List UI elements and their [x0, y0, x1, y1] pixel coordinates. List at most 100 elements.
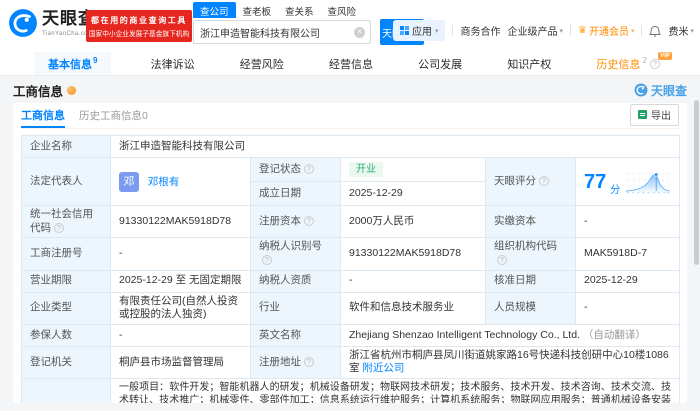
legal-rep-avatar[interactable]: 邓: [119, 171, 139, 192]
help-icon[interactable]: ?: [539, 175, 549, 186]
field-value-org-code: MAK5918D-7: [574, 237, 681, 271]
field-value-insured: -: [110, 323, 251, 347]
score-value: 77: [584, 170, 607, 193]
chevron-down-icon: ▾: [559, 27, 563, 35]
auto-translate-note: （自动翻译）: [582, 328, 646, 341]
search-tab-risk[interactable]: 查风险: [321, 2, 364, 18]
help-icon[interactable]: ?: [304, 356, 314, 367]
help-icon[interactable]: ?: [54, 222, 64, 233]
nearby-companies-link[interactable]: 附近公司: [362, 362, 404, 374]
legal-rep-link[interactable]: 邓根有: [148, 175, 180, 187]
export-button[interactable]: 导出: [630, 104, 679, 126]
divider: [641, 25, 643, 36]
scrollbar-thumb[interactable]: [694, 100, 699, 265]
section-title: 工商信息: [13, 84, 64, 99]
field-value-taxpayer-id: 91330122MAK5918D78: [340, 237, 486, 271]
section-header: 工商信息 天眼查: [13, 81, 687, 99]
help-icon[interactable]: ?: [304, 163, 314, 174]
field-label-staff-size: 人员规模: [485, 291, 576, 325]
search-tab-relation[interactable]: 查关系: [278, 2, 321, 18]
divider: [452, 25, 454, 36]
subtab-business-info[interactable]: 工商信息: [21, 107, 65, 128]
export-label: 导出: [651, 111, 671, 122]
search-tab-boss[interactable]: 查老板: [236, 2, 279, 18]
divider: [570, 25, 571, 36]
field-value-score: 77 分: [574, 157, 681, 206]
enterprise-products-label: 企业级产品: [507, 27, 558, 38]
field-label-approval-date: 核准日期: [485, 269, 576, 293]
topbar: 天眼查 TianYanCha.com 都在用的商业查询工具 国家中小企业发展子基…: [0, 0, 700, 52]
user-name: 费米: [668, 27, 689, 38]
apps-menu[interactable]: 应用 ▾: [392, 20, 446, 41]
field-label-company-name: 企业名称: [21, 135, 111, 158]
field-label-reg-authority: 登记机关: [21, 345, 111, 380]
field-value-taxpayer-quality: -: [340, 269, 486, 293]
tab-legal-litigation[interactable]: 法律诉讼: [145, 52, 201, 75]
clear-icon[interactable]: ✕: [354, 27, 365, 38]
chevron-down-icon: ▾: [434, 27, 439, 35]
tab-company-development[interactable]: 公司发展: [412, 52, 468, 75]
crown-icon: ♛: [578, 25, 587, 36]
top-menu: 应用 ▾ 商务合作 企业级产品 ▾ ♛ 开通会员 ▾ 费米 ▾: [392, 20, 694, 41]
field-label-reg-status: 登记状态?: [250, 157, 341, 182]
subtab-label: 历史工商信息: [79, 110, 142, 122]
search-block: 查公司 查老板 查关系 查风险 ✕ 天眼一下: [193, 2, 424, 45]
tab-basic-info[interactable]: 基本信息 9: [34, 52, 112, 75]
tab-label: 知识产权: [507, 58, 552, 71]
tianyancha-logo[interactable]: 天眼查 TianYanCha.com: [8, 8, 96, 38]
apps-grid-icon: [399, 26, 409, 35]
field-value-establish-date: 2025-12-29: [340, 181, 486, 206]
tab-label: 经营信息: [328, 58, 373, 71]
help-icon[interactable]: ?: [649, 58, 660, 69]
business-info-table: 企业名称 浙江申造智能科技有限公司 法定代表人 邓 邓根有 登记状态? 开业 天…: [21, 135, 681, 403]
tianyancha-watermark-icon: [634, 83, 648, 97]
tab-history-info[interactable]: VIP 历史信息 2 ?: [590, 52, 672, 75]
help-icon[interactable]: ?: [304, 215, 314, 226]
tab-label: 法律诉讼: [150, 58, 195, 71]
tab-label: 公司发展: [418, 58, 463, 71]
vip-badge: VIP: [658, 52, 672, 60]
field-label-legal-rep: 法定代表人: [21, 157, 111, 206]
field-value-credit-code: 91330122MAK5918D78: [110, 204, 251, 239]
search-tab-company[interactable]: 查公司: [193, 2, 236, 18]
field-label-reg-number: 工商注册号: [21, 237, 111, 271]
business-info-card: 工商信息 历史工商信息0 导出 企业名称 浙江申造智能科技有限公司 法定代表人 …: [13, 103, 687, 403]
tab-intellectual-property[interactable]: 知识产权: [501, 52, 557, 75]
field-label-english-name: 英文名称: [250, 323, 341, 347]
bell-icon[interactable]: [649, 24, 662, 37]
field-value-legal-rep: 邓 邓根有: [110, 157, 251, 206]
status-badge: 开业: [349, 162, 383, 177]
tab-operation-risk[interactable]: 经营风险: [234, 52, 290, 75]
tab-label: 历史信息: [596, 58, 641, 71]
apps-label: 应用: [411, 27, 432, 38]
field-label-business-term: 营业期限: [21, 269, 111, 293]
field-value-staff-size: -: [574, 291, 681, 325]
search-tabs: 查公司 查老板 查关系 查风险: [193, 2, 424, 18]
card-tabs: 工商信息 历史工商信息0 导出: [21, 104, 679, 129]
search-input[interactable]: [194, 21, 346, 43]
field-label-paid-capital: 实缴资本: [485, 204, 576, 239]
field-label-org-code: 组织机构代码?: [485, 237, 576, 271]
help-icon[interactable]: ?: [497, 254, 507, 265]
company-nav: 基本信息 9 法律诉讼 经营风险 经营信息 公司发展 知识产权 VIP 历史信息…: [0, 52, 700, 76]
field-value-business-scope: 一般项目：软件开发；智能机器人的研发；机械设备研发；物联网技术研发；技术服务、技…: [109, 378, 681, 403]
subtab-count: 0: [142, 110, 148, 122]
field-value-paid-capital: -: [574, 204, 681, 239]
open-vip-label: 开通会员: [588, 27, 629, 38]
field-label-taxpayer-quality: 纳税人资质: [250, 269, 341, 293]
field-value-industry: 软件和信息技术服务业: [340, 291, 486, 325]
chevron-down-icon: ▾: [630, 27, 635, 35]
field-value-reg-status: 开业: [340, 157, 486, 182]
promo-banner[interactable]: 都在用的商业查询工具 国家中小企业发展子基金旗下机构: [86, 10, 192, 42]
open-vip-link[interactable]: ♛ 开通会员 ▾: [578, 23, 634, 38]
subtab-history-business-info[interactable]: 历史工商信息0: [79, 108, 148, 128]
field-value-address: 浙江省杭州市桐庐县凤川街道姚家路16号快递科技创研中心10楼1086室 附近公司: [339, 345, 681, 380]
help-icon[interactable]: ?: [262, 254, 272, 265]
cooperation-link[interactable]: 商务合作: [460, 23, 500, 38]
tab-operation-info[interactable]: 经营信息: [323, 52, 379, 75]
promo-banner-line2: 国家中小企业发展子基金旗下机构: [88, 30, 190, 38]
field-label-address: 注册地址?: [250, 345, 341, 380]
field-value-company-name: 浙江申造智能科技有限公司: [109, 135, 681, 158]
user-menu[interactable]: 费米 ▾: [668, 23, 694, 38]
enterprise-products-link[interactable]: 企业级产品 ▾: [507, 23, 563, 38]
